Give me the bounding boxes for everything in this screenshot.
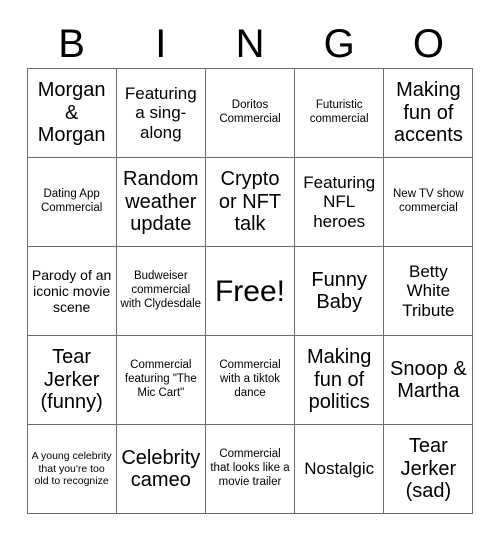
bingo-cell[interactable]: Tear Jerker (sad): [383, 424, 474, 514]
bingo-cell[interactable]: Futuristic commercial: [294, 68, 385, 158]
bingo-cell-label: Betty White Tribute: [402, 261, 455, 320]
bingo-cell-label: Featuring a sing-along: [124, 83, 197, 142]
bingo-card: B I N G O Morgan & Morgan Featuring a si…: [0, 0, 500, 544]
bingo-cell-label: Random weather update: [123, 168, 199, 236]
bingo-header-letter-g: G: [323, 22, 355, 66]
bingo-cell-label: Funny Baby: [311, 268, 367, 313]
bingo-cell[interactable]: Morgan & Morgan: [26, 68, 117, 158]
bingo-row: A young celebrity that you're too old to…: [26, 424, 474, 514]
bingo-cell[interactable]: Making fun of accents: [383, 68, 474, 158]
bingo-cell-label: Celebrity cameo: [121, 446, 201, 491]
bingo-cell[interactable]: Snoop & Martha: [383, 335, 474, 425]
bingo-cell[interactable]: Featuring a sing-along: [115, 68, 206, 158]
bingo-cell[interactable]: Parody of an iconic movie scene: [26, 246, 117, 336]
bingo-cell-label: Featuring NFL heroes: [303, 172, 376, 231]
bingo-cell-label: Making fun of politics: [306, 346, 372, 414]
bingo-cell[interactable]: New TV show commercial: [383, 157, 474, 247]
bingo-row: Morgan & Morgan Featuring a sing-along D…: [26, 68, 474, 158]
bingo-cell-label: Budweiser commercial with Clydesdale: [120, 270, 202, 310]
bingo-cell[interactable]: Budweiser commercial with Clydesdale: [115, 246, 206, 336]
bingo-cell-label: Morgan & Morgan: [37, 79, 106, 147]
bingo-cell[interactable]: Commercial that looks like a movie trail…: [204, 424, 296, 514]
bingo-grid: Morgan & Morgan Featuring a sing-along D…: [26, 68, 474, 514]
bingo-cell[interactable]: Celebrity cameo: [115, 424, 206, 514]
bingo-cell[interactable]: Random weather update: [115, 157, 206, 247]
bingo-cell[interactable]: Commercial with a tiktok dance: [204, 335, 296, 425]
bingo-cell[interactable]: Betty White Tribute: [383, 246, 474, 336]
bingo-cell-label: Commercial with a tiktok dance: [219, 359, 281, 399]
bingo-cell[interactable]: Crypto or NFT talk: [204, 157, 296, 247]
bingo-cell[interactable]: Nostalgic: [294, 424, 385, 514]
bingo-free-label: Free!: [214, 274, 286, 308]
bingo-header-letter-o: O: [412, 22, 444, 66]
bingo-header: B I N G O: [27, 0, 473, 66]
bingo-cell-label: Futuristic commercial: [309, 99, 369, 125]
bingo-cell-label: Tear Jerker (sad): [400, 435, 457, 503]
bingo-row: Dating App Commercial Random weather upd…: [26, 157, 474, 247]
bingo-cell[interactable]: Featuring NFL heroes: [294, 157, 385, 247]
bingo-cell[interactable]: Doritos Commercial: [204, 68, 296, 158]
bingo-cell-label: Making fun of accents: [393, 79, 463, 147]
bingo-cell[interactable]: Commercial featuring "The Mic Cart": [115, 335, 206, 425]
bingo-cell-label: Dating App Commercial: [40, 188, 103, 214]
bingo-cell-label: New TV show commercial: [393, 188, 464, 214]
bingo-cell[interactable]: Making fun of politics: [294, 335, 385, 425]
bingo-cell-label: Doritos Commercial: [219, 99, 281, 125]
bingo-cell-label: Tear Jerker (funny): [40, 346, 103, 414]
bingo-cell[interactable]: A young celebrity that you're too old to…: [26, 424, 117, 514]
bingo-cell-label: A young celebrity that you're too old to…: [31, 449, 112, 488]
bingo-cell[interactable]: Dating App Commercial: [26, 157, 117, 247]
bingo-header-letter-b: B: [58, 22, 85, 66]
bingo-cell-label: Crypto or NFT talk: [218, 168, 282, 236]
bingo-header-letter-n: N: [235, 22, 265, 66]
bingo-cell[interactable]: Funny Baby: [294, 246, 385, 336]
bingo-cell-label: Parody of an iconic movie scene: [31, 266, 112, 316]
bingo-cell-label: Commercial featuring "The Mic Cart": [124, 359, 197, 399]
bingo-cell-label: Commercial that looks like a movie trail…: [210, 448, 290, 488]
bingo-cell-label: Snoop & Martha: [390, 357, 467, 402]
bingo-cell[interactable]: Tear Jerker (funny): [26, 335, 117, 425]
bingo-cell-label: Nostalgic: [304, 459, 375, 479]
bingo-cell-free[interactable]: Free!: [204, 246, 296, 336]
bingo-header-letter-i: I: [155, 22, 167, 66]
bingo-row: Tear Jerker (funny) Commercial featuring…: [26, 335, 474, 425]
bingo-row: Parody of an iconic movie scene Budweise…: [26, 246, 474, 336]
